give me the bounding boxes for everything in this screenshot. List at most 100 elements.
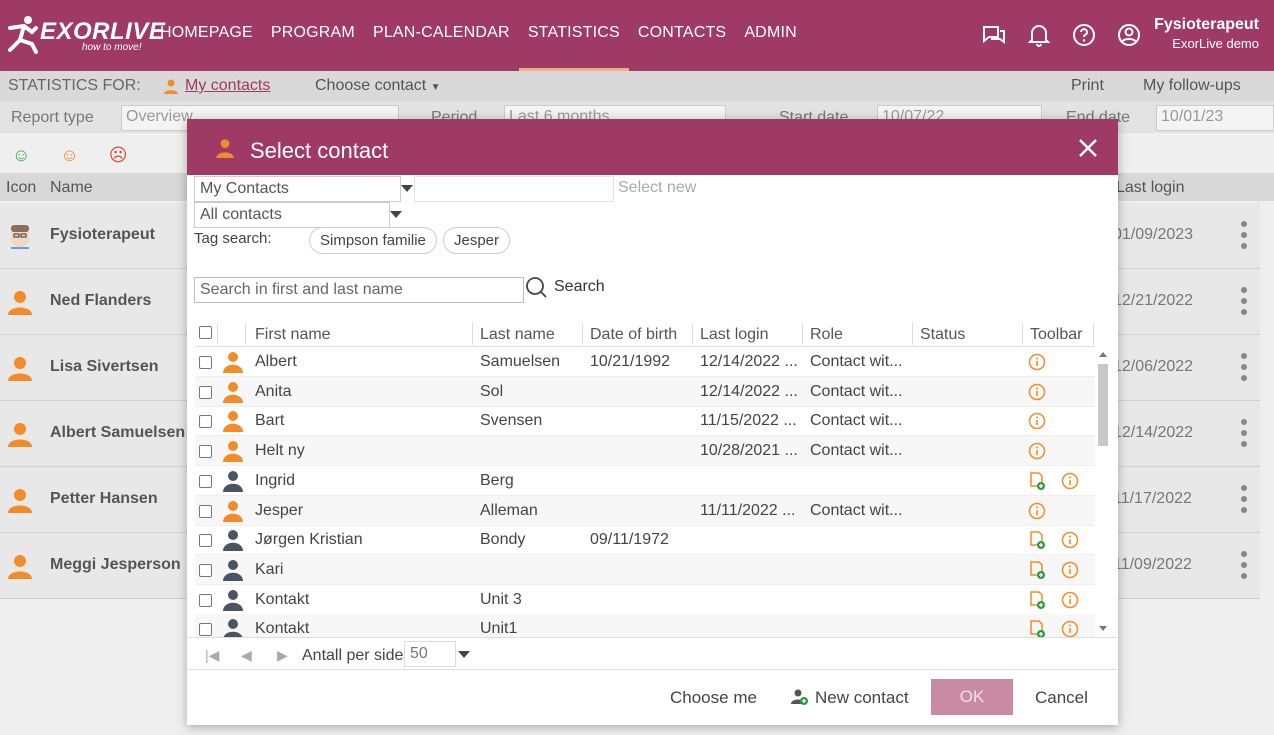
- info-icon[interactable]: [1061, 531, 1079, 549]
- row-checkbox[interactable]: [199, 504, 212, 518]
- more-options-icon[interactable]: [1240, 219, 1248, 251]
- info-icon[interactable]: [1061, 472, 1079, 490]
- choose-contact-dropdown[interactable]: Choose contact ▼: [315, 77, 441, 95]
- row-checkbox[interactable]: [199, 563, 212, 577]
- add-to-program-icon[interactable]: [1028, 531, 1046, 550]
- my-follow-ups-button[interactable]: My follow-ups: [1143, 77, 1241, 95]
- info-icon[interactable]: [1028, 353, 1046, 371]
- my-contacts-link[interactable]: My contacts: [163, 77, 270, 95]
- contact-row[interactable]: Anita Sol 12/14/2022 ... Contact wit...: [195, 376, 1095, 407]
- tag-chip[interactable]: Simpson familie: [309, 227, 437, 254]
- contact-row[interactable]: Ingrid Berg: [195, 466, 1095, 496]
- contacts-scope-select[interactable]: My Contacts: [194, 176, 401, 202]
- col-first-name[interactable]: First name: [255, 326, 331, 344]
- search-button[interactable]: Search: [525, 276, 605, 298]
- contact-row[interactable]: Kontakt Unit1: [195, 614, 1095, 637]
- row-checkbox[interactable]: [199, 534, 212, 548]
- row-checkbox[interactable]: [199, 356, 212, 369]
- scroll-up-icon[interactable]: [1099, 352, 1107, 357]
- add-to-program-icon[interactable]: [1028, 561, 1046, 579]
- nav-program[interactable]: PROGRAM: [262, 0, 364, 71]
- grid-scrollbar[interactable]: [1096, 347, 1110, 637]
- contact-row[interactable]: Jesper Alleman 11/11/2022 ... Contact wit..…: [195, 495, 1095, 526]
- prev-page-icon[interactable]: ◀: [241, 647, 252, 664]
- contact-row[interactable]: Jørgen Kristian Bondy 09/11/1972: [195, 525, 1095, 556]
- help-icon[interactable]: [1069, 20, 1099, 50]
- col-name[interactable]: Name: [50, 179, 93, 197]
- nav-homepage[interactable]: HOMEPAGE: [160, 0, 262, 71]
- contact-row[interactable]: Albert Samuelsen 10/21/1992 12/14/2022 ... C…: [195, 347, 1095, 377]
- more-options-icon[interactable]: [1240, 549, 1248, 581]
- col-date-of-birth[interactable]: Date of birth: [590, 326, 677, 344]
- contact-name: Meggi Jesperson: [50, 556, 181, 573]
- nav-admin[interactable]: ADMIN: [735, 0, 806, 71]
- info-icon[interactable]: [1028, 412, 1046, 430]
- info-icon[interactable]: [1028, 442, 1046, 460]
- nav-contacts[interactable]: CONTACTS: [629, 0, 735, 71]
- caret-down-icon[interactable]: [458, 651, 470, 658]
- select-new-input[interactable]: [414, 176, 614, 202]
- col-last-login[interactable]: Last login: [1116, 179, 1185, 197]
- end-date-input[interactable]: 10/01/23: [1156, 105, 1274, 131]
- search-button-label: Search: [554, 278, 605, 295]
- chat-icon[interactable]: [979, 20, 1009, 50]
- first-name-cell: Bart: [255, 412, 285, 430]
- account-icon[interactable]: [1114, 20, 1144, 50]
- row-checkbox[interactable]: [199, 445, 212, 459]
- user-info[interactable]: Fysioterapeut ExorLive demo: [1154, 16, 1259, 51]
- info-icon[interactable]: [1061, 620, 1079, 637]
- happy-face-icon[interactable]: ☺: [12, 145, 30, 166]
- select-all-checkbox[interactable]: [199, 326, 212, 339]
- tag-chip[interactable]: Jesper: [443, 227, 511, 254]
- choose-contact-label: Choose contact: [315, 77, 427, 94]
- more-options-icon[interactable]: [1240, 285, 1248, 317]
- col-role[interactable]: Role: [810, 326, 843, 344]
- add-to-program-icon[interactable]: [1028, 590, 1046, 609]
- caret-down-icon[interactable]: [390, 211, 402, 218]
- sad-face-icon[interactable]: ☹: [109, 145, 128, 166]
- scroll-down-icon[interactable]: [1099, 626, 1107, 631]
- contact-row[interactable]: Bart Svensen 11/15/2022 ... Contact wit...: [195, 406, 1095, 437]
- nav-statistics[interactable]: STATISTICS: [518, 0, 629, 71]
- next-page-icon[interactable]: ▶: [277, 647, 288, 664]
- scroll-thumb[interactable]: [1098, 364, 1108, 446]
- info-icon[interactable]: [1061, 591, 1079, 609]
- nav-plan-calendar[interactable]: PLAN-CALENDAR: [364, 0, 519, 71]
- contact-row[interactable]: Kontakt Unit 3: [195, 585, 1095, 615]
- choose-me-button[interactable]: Choose me: [670, 688, 757, 708]
- info-icon[interactable]: [1061, 561, 1079, 579]
- cancel-button[interactable]: Cancel: [1035, 688, 1088, 708]
- close-icon[interactable]: [1078, 138, 1098, 158]
- new-contact-button[interactable]: New contact: [791, 688, 909, 708]
- bell-icon[interactable]: [1024, 20, 1054, 50]
- exorlive-logo[interactable]: EXORLIVE how to move!: [6, 14, 165, 56]
- contact-name: Fysioterapeut: [50, 226, 155, 243]
- caret-down-icon[interactable]: [401, 185, 413, 192]
- add-to-program-icon[interactable]: [1028, 472, 1046, 490]
- col-last-name[interactable]: Last name: [480, 326, 555, 344]
- row-checkbox[interactable]: [199, 415, 212, 429]
- info-icon[interactable]: [1028, 502, 1046, 520]
- more-options-icon[interactable]: [1240, 483, 1248, 515]
- ok-button[interactable]: OK: [931, 679, 1013, 715]
- contacts-filter-select[interactable]: All contacts: [194, 202, 390, 228]
- contact-row[interactable]: Helt ny 10/28/2021 ... Contact wit...: [195, 436, 1095, 467]
- dialog-footer: Choose me New contact OK Cancel: [187, 669, 1118, 725]
- row-checkbox[interactable]: [199, 385, 212, 399]
- col-last-login[interactable]: Last login: [700, 326, 769, 344]
- first-page-icon[interactable]: |◀: [205, 647, 219, 664]
- info-icon[interactable]: [1028, 383, 1046, 401]
- row-checkbox[interactable]: [199, 593, 212, 607]
- contact-row[interactable]: Kari: [195, 554, 1095, 585]
- search-name-input[interactable]: Search in first and last name: [194, 277, 524, 303]
- more-options-icon[interactable]: [1240, 417, 1248, 449]
- col-status[interactable]: Status: [920, 326, 965, 344]
- neutral-face-icon[interactable]: ☺: [60, 145, 78, 166]
- my-contacts-label: My contacts: [185, 77, 271, 94]
- row-checkbox[interactable]: [199, 474, 212, 488]
- per-page-select[interactable]: 50: [404, 641, 456, 667]
- add-to-program-icon[interactable]: [1028, 620, 1046, 637]
- print-button[interactable]: Print: [1071, 77, 1104, 95]
- more-options-icon[interactable]: [1240, 351, 1248, 383]
- row-checkbox[interactable]: [199, 623, 212, 637]
